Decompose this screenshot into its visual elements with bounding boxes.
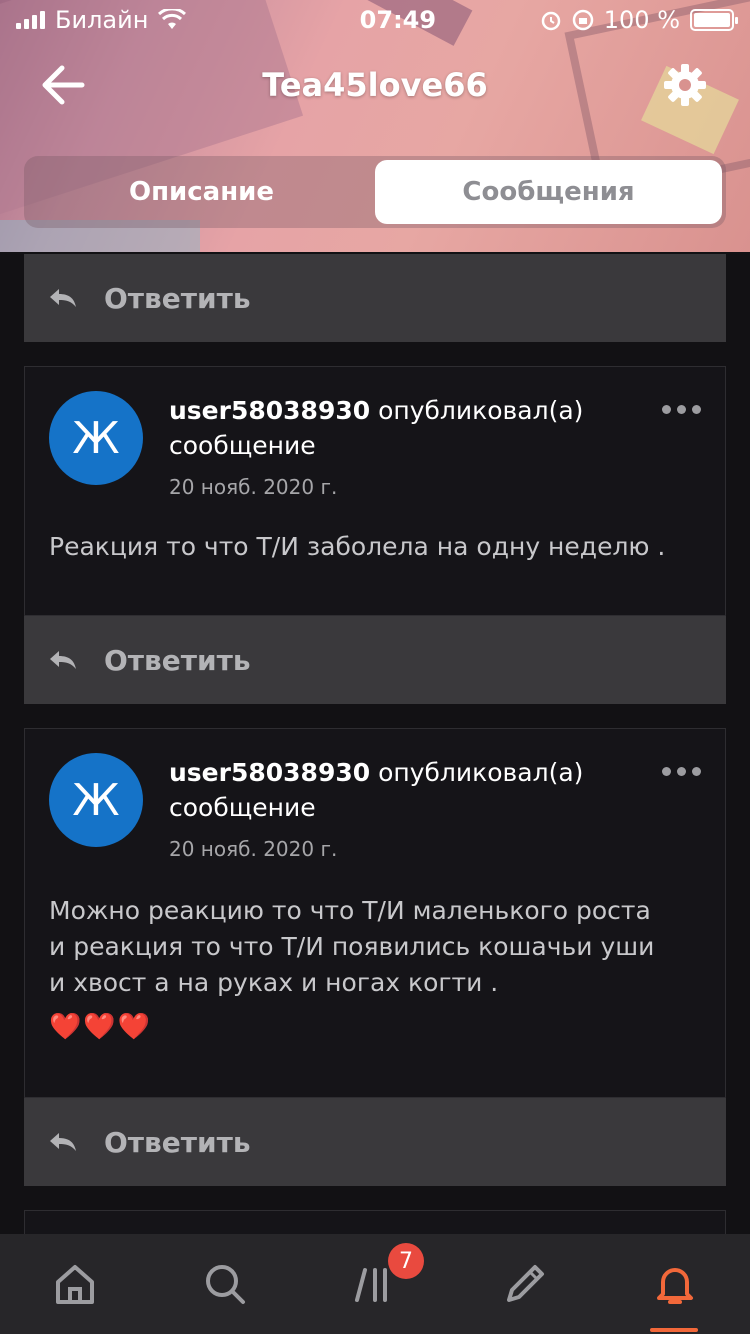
message-text: Можно реакцию то что Т/И маленького рост… [49,896,655,997]
author-line: user58038930 опубликовал(а) сообщение [169,755,629,825]
reply-icon [50,289,76,307]
gear-icon[interactable] [662,62,708,108]
messages-feed[interactable]: Ответить Ж user58038930 опубликовал(а) с… [0,252,750,1234]
rotation-lock-icon [572,9,593,31]
reply-button[interactable]: Ответить [24,1098,726,1186]
reply-icon [50,1133,76,1151]
hearts-emoji: ❤️❤️❤️ [49,1012,153,1042]
tab-home[interactable] [0,1234,150,1334]
wifi-icon [158,9,187,29]
reply-button[interactable]: Ответить [24,616,726,704]
back-button[interactable] [38,62,88,108]
message-text: Реакция то что Т/И заболела на одну неде… [49,532,666,561]
more-options-icon[interactable] [662,405,701,414]
reply-label: Ответить [104,643,251,677]
battery-icon [690,9,738,31]
notification-badge: 7 [388,1243,424,1279]
post-date: 20 нояб. 2020 г. [169,475,338,499]
profile-header: Билайн 07:49 100 % Tea45love66 Описание … [0,0,750,252]
pencil-icon [507,1265,544,1302]
tab-description[interactable]: Описание [28,160,375,224]
tab-feed[interactable] [300,1234,450,1334]
author-username[interactable]: user58038930 [169,758,370,787]
message-card: Ж user58038930 опубликовал(а) сообщение … [24,366,726,616]
battery-percent: 100 % [603,6,680,34]
reply-icon [50,651,76,669]
reply-label: Ответить [104,281,251,315]
author-line: user58038930 опубликовал(а) сообщение [169,393,629,463]
tab-write[interactable] [450,1234,600,1334]
page-title: Tea45love66 [262,66,488,104]
bottom-tab-bar [0,1234,750,1334]
message-card [24,1210,726,1234]
reply-label: Ответить [104,1125,251,1159]
tab-search[interactable] [150,1234,300,1334]
home-icon [56,1265,94,1304]
author-username[interactable]: user58038930 [169,396,370,425]
clock: 07:49 [359,6,437,34]
bell-icon [657,1268,693,1304]
search-icon [206,1265,245,1304]
status-bar: Билайн 07:49 100 % [0,0,750,40]
carrier-label: Билайн [55,6,149,34]
alarm-icon [541,11,560,31]
segmented-tabs: Описание Сообщения [24,156,726,228]
more-options-icon[interactable] [662,767,701,776]
post-date: 20 нояб. 2020 г. [169,837,338,861]
message-card: Ж user58038930 опубликовал(а) сообщение … [24,728,726,1098]
signal-icon [16,11,45,29]
tab-notifications[interactable] [600,1234,750,1334]
avatar[interactable]: Ж [49,753,143,847]
avatar[interactable]: Ж [49,391,143,485]
tab-messages[interactable]: Сообщения [375,160,722,224]
reply-button[interactable]: Ответить [24,254,726,342]
active-tab-indicator [650,1328,698,1332]
